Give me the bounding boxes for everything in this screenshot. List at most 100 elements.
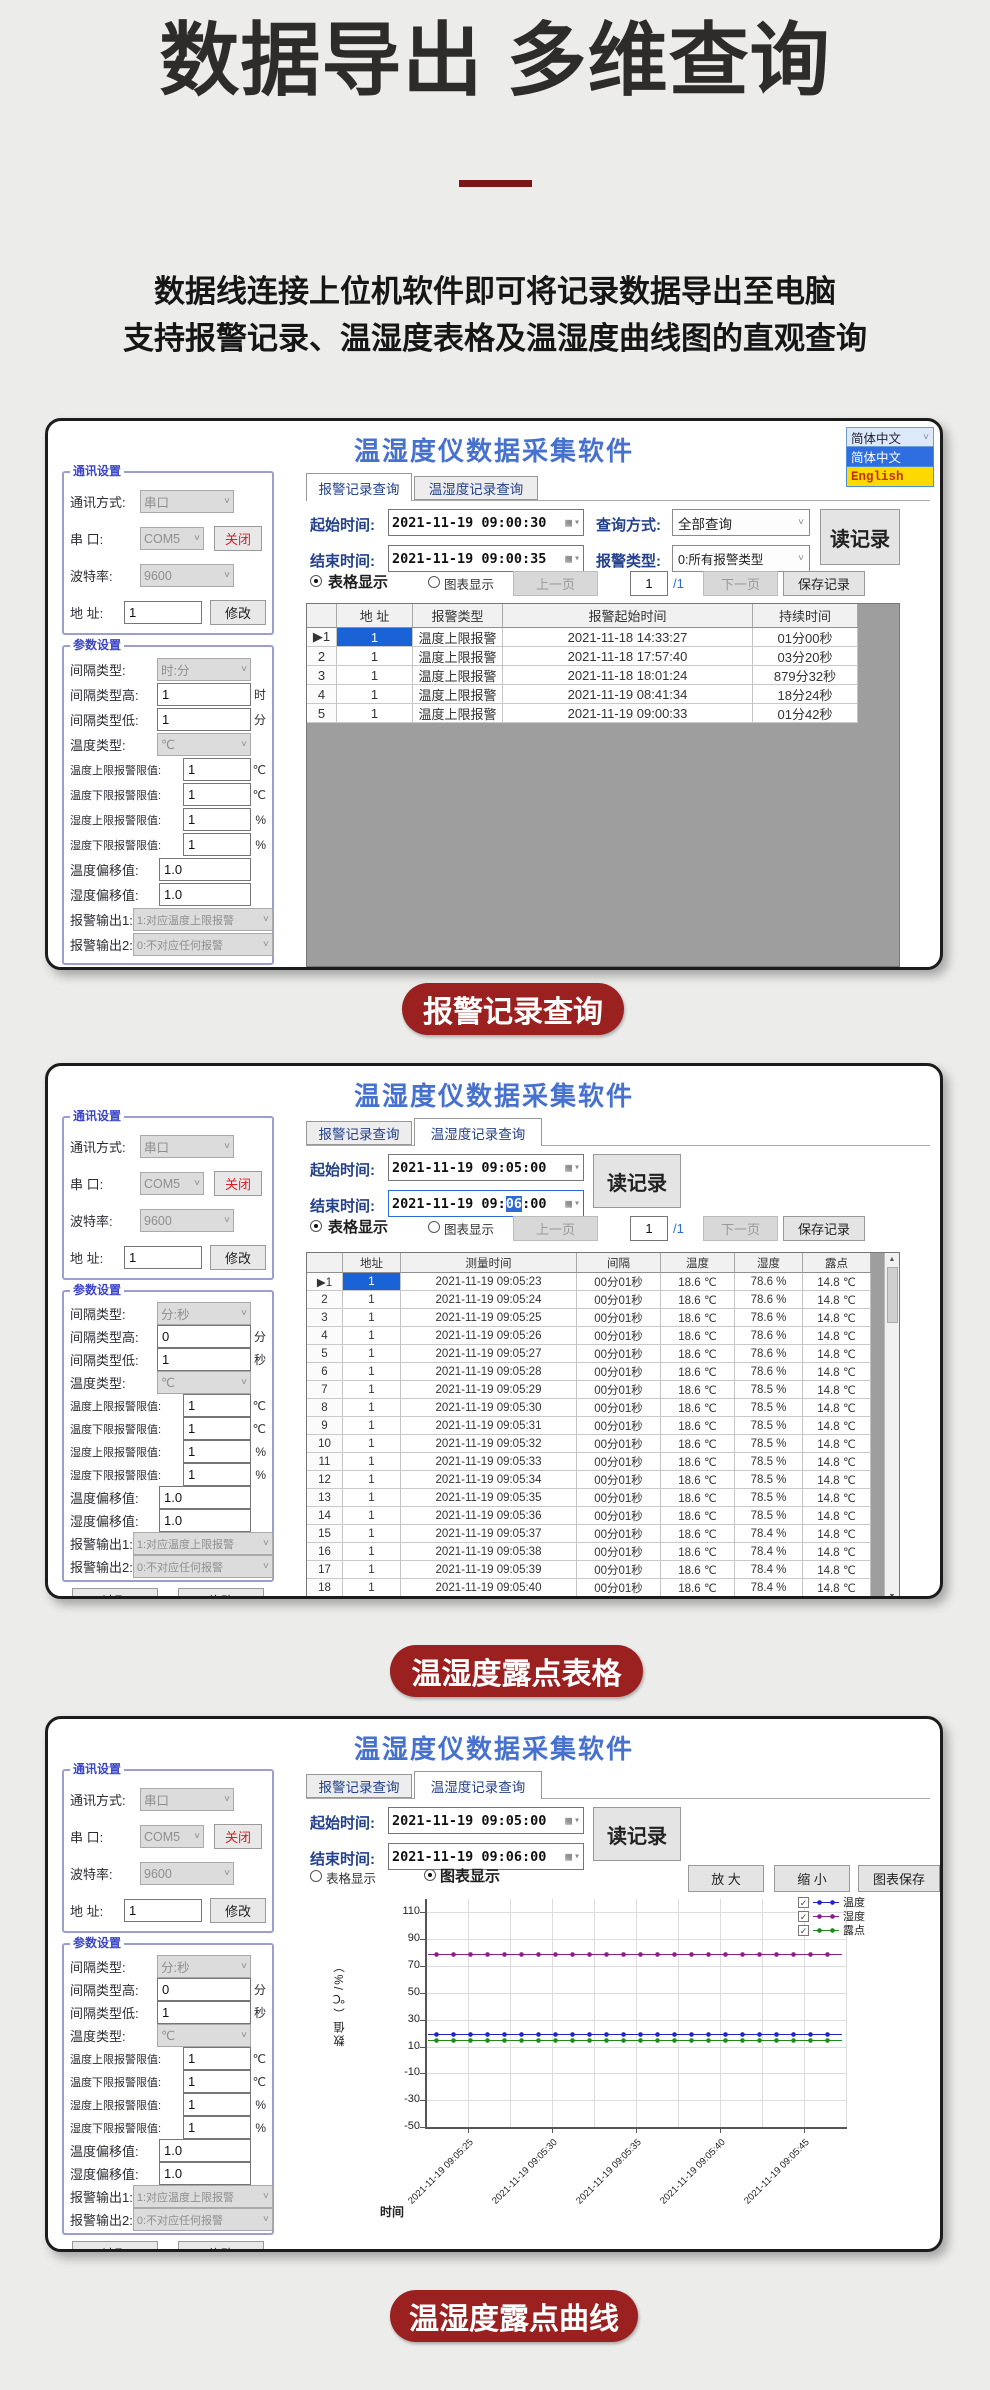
table-row[interactable]: 1512021-11-19 09:05:3700分01秒18.6 ℃78.4 %…	[307, 1525, 899, 1543]
dropdown-select[interactable]: 9600˅	[140, 1862, 234, 1885]
scroll-up-icon[interactable]: ▲	[885, 1253, 899, 1266]
read-records-button[interactable]: 读记录	[593, 1154, 681, 1208]
zoom-in-button[interactable]: 放 大	[688, 1865, 764, 1892]
param-input[interactable]: 1	[183, 2116, 251, 2139]
dropdown-select[interactable]: 9600˅	[140, 1209, 234, 1232]
read-params-button[interactable]: 读取	[72, 1588, 158, 1599]
param-input[interactable]: 1	[183, 1440, 251, 1463]
dropdown-select[interactable]: 0:不对应任何报警˅	[133, 2208, 273, 2231]
dropdown-select[interactable]: COM5˅	[140, 1172, 204, 1195]
column-header[interactable]: 露点	[803, 1253, 871, 1273]
tab-alarm-query[interactable]: 报警记录查询	[306, 473, 412, 501]
start-time-input[interactable]: 2021-11-19 09:05:00▦▾	[388, 1154, 584, 1181]
read-records-button[interactable]: 读记录	[820, 509, 900, 565]
table-row[interactable]: 51温度上限报警2021-11-19 09:00:3301分42秒	[307, 704, 899, 723]
close-port-button[interactable]: 关闭	[214, 1824, 262, 1849]
dropdown-select[interactable]: 9600˅	[140, 564, 234, 587]
address-input[interactable]: 1	[124, 1899, 202, 1922]
dropdown-select[interactable]: ℃˅	[157, 733, 251, 756]
calendar-icon[interactable]: ▦	[565, 1850, 572, 1863]
language-option-english[interactable]: English	[846, 467, 934, 487]
vertical-scrollbar[interactable]: ▲▼	[884, 1253, 899, 1599]
scrollbar-thumb[interactable]	[887, 1267, 898, 1323]
modify-address-button[interactable]: 修改	[210, 1245, 266, 1270]
next-page-button[interactable]: 下一页	[703, 1216, 778, 1241]
param-input[interactable]: 1	[157, 683, 251, 706]
tab-record-query[interactable]: 温湿度记录查询	[414, 1118, 542, 1146]
legend-checkbox[interactable]: ✓	[798, 1925, 809, 1936]
zo om-out-button[interactable]: 缩 小	[774, 1865, 850, 1892]
table-row[interactable]: 612021-11-19 09:05:2800分01秒18.6 ℃78.6 %1…	[307, 1363, 899, 1381]
dropdown-select[interactable]: 串口˅	[140, 1135, 234, 1158]
calendar-icon[interactable]: ▦	[565, 1197, 572, 1210]
dropdown-select[interactable]: 0:不对应任何报警˅	[133, 1555, 273, 1578]
page-number-input[interactable]: 1	[630, 1216, 668, 1241]
param-input[interactable]: 1	[157, 2001, 251, 2024]
calendar-icon[interactable]: ▦	[565, 516, 572, 529]
table-row[interactable]: 1612021-11-19 09:05:3800分01秒18.6 ℃78.4 %…	[307, 1543, 899, 1561]
column-header[interactable]: 地址	[343, 1253, 401, 1273]
column-header[interactable]: 报警起始时间	[503, 604, 753, 628]
table-row[interactable]: 31温度上限报警2021-11-18 18:01:24879分32秒	[307, 666, 899, 685]
table-row[interactable]: 712021-11-19 09:05:2900分01秒18.6 ℃78.5 %1…	[307, 1381, 899, 1399]
column-header[interactable]: 温度	[661, 1253, 735, 1273]
chart-view-radio[interactable]	[428, 1221, 440, 1233]
modify-params-button[interactable]: 修改	[178, 1588, 264, 1599]
close-port-button[interactable]: 关闭	[214, 1171, 262, 1196]
read-params-button[interactable]: 读取	[72, 2241, 158, 2252]
table-view-radio[interactable]	[310, 575, 322, 587]
table-row[interactable]: 212021-11-19 09:05:2400分01秒18.6 ℃78.6 %1…	[307, 1291, 899, 1309]
table-row[interactable]: 512021-11-19 09:05:2700分01秒18.6 ℃78.6 %1…	[307, 1345, 899, 1363]
column-header[interactable]: 报警类型	[413, 604, 503, 628]
table-row[interactable]: 1212021-11-19 09:05:3400分01秒18.6 ℃78.5 %…	[307, 1471, 899, 1489]
calendar-icon[interactable]: ▦	[565, 1814, 572, 1827]
end-time-input[interactable]: 2021-11-19 09:06:00▦▾	[388, 1190, 584, 1217]
param-input[interactable]: 1	[183, 808, 251, 831]
page-number-input[interactable]: 1	[630, 571, 668, 596]
tab-record-query[interactable]: 温湿度记录查询	[414, 476, 538, 500]
dropdown-select[interactable]: 1:对应温度上限报警˅	[133, 908, 273, 931]
measurement-records-table[interactable]: 地址测量时间间隔温度湿度露点▶112021-11-19 09:05:2300分0…	[306, 1252, 900, 1599]
table-row[interactable]: 1312021-11-19 09:05:3500分01秒18.6 ℃78.5 %…	[307, 1489, 899, 1507]
dropdown-select[interactable]: 串口˅	[140, 490, 234, 513]
chart-view-radio[interactable]	[424, 1869, 436, 1881]
save-records-button[interactable]: 保存记录	[783, 1216, 865, 1241]
tab-alarm-query[interactable]: 报警记录查询	[306, 1121, 412, 1145]
param-input[interactable]: 1	[183, 783, 251, 806]
param-input[interactable]: 0	[157, 1325, 251, 1348]
language-option-chinese[interactable]: 简体中文	[846, 447, 934, 467]
table-row[interactable]: 912021-11-19 09:05:3100分01秒18.6 ℃78.5 %1…	[307, 1417, 899, 1435]
table-view-radio[interactable]	[310, 1870, 322, 1882]
param-input[interactable]: 1.0	[159, 1486, 251, 1509]
param-input[interactable]: 1	[183, 1417, 251, 1440]
table-row[interactable]: 812021-11-19 09:05:3000分01秒18.6 ℃78.5 %1…	[307, 1399, 899, 1417]
dropdown-select[interactable]: 分:秒˅	[157, 1302, 251, 1325]
table-row[interactable]: 21温度上限报警2021-11-18 17:57:4003分20秒	[307, 647, 899, 666]
param-input[interactable]: 1.0	[159, 1509, 251, 1532]
address-input[interactable]: 1	[124, 1246, 202, 1269]
param-input[interactable]: 1	[183, 1463, 251, 1486]
param-input[interactable]: 1	[157, 1348, 251, 1371]
column-header[interactable]: 持续时间	[753, 604, 858, 628]
table-row[interactable]: ▶112021-11-19 09:05:2300分01秒18.6 ℃78.6 %…	[307, 1273, 899, 1291]
read-records-button[interactable]: 读记录	[593, 1807, 681, 1861]
start-time-input[interactable]: 2021-11-19 09:00:30▦▾	[388, 509, 584, 536]
param-input[interactable]: 1	[183, 833, 251, 856]
dropdown-select[interactable]: 1:对应温度上限报警˅	[133, 2185, 273, 2208]
dropdown-select[interactable]: 时:分˅	[157, 658, 251, 681]
table-row[interactable]: 312021-11-19 09:05:2500分01秒18.6 ℃78.6 %1…	[307, 1309, 899, 1327]
dropdown-select[interactable]: 分:秒˅	[157, 1955, 251, 1978]
table-row[interactable]: 1712021-11-19 09:05:3900分01秒18.6 ℃78.4 %…	[307, 1561, 899, 1579]
prev-page-button[interactable]: 上一页	[513, 571, 598, 596]
column-header[interactable]: 测量时间	[401, 1253, 577, 1273]
tab-alarm-query[interactable]: 报警记录查询	[306, 1774, 412, 1798]
param-input[interactable]: 1	[183, 1394, 251, 1417]
table-row[interactable]: ▶11温度上限报警2021-11-18 14:33:2701分00秒	[307, 628, 899, 647]
modify-params-button[interactable]: 修改	[178, 2241, 264, 2252]
temperature-humidity-chart[interactable]: 1109070503010-10-30-502021-11-19 09:05:2…	[306, 1893, 906, 2249]
scroll-down-icon[interactable]: ▼	[885, 1590, 899, 1599]
save-chart-button[interactable]: 图表保存	[858, 1865, 940, 1892]
tab-record-query[interactable]: 温湿度记录查询	[414, 1771, 542, 1799]
calendar-icon[interactable]: ▦	[565, 1161, 572, 1174]
modify-address-button[interactable]: 修改	[210, 600, 266, 625]
